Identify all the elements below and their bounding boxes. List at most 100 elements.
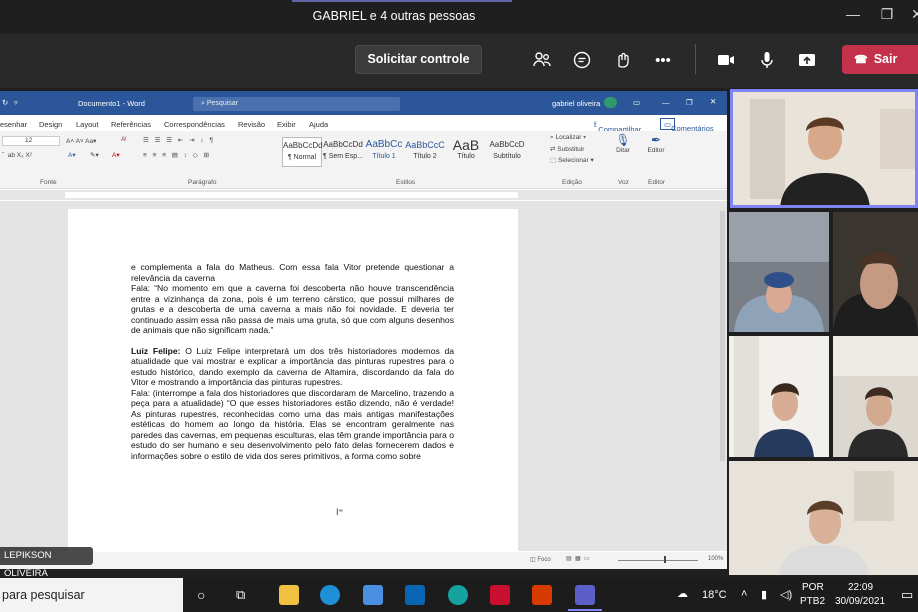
camera-icon[interactable] [715,50,737,72]
request-control-button[interactable]: Solicitar controle [355,45,482,74]
align-icon[interactable]: ≡ ≡ ≡ ▤ ↕ ◇ ⊞ [143,151,211,159]
font-size-select[interactable]: 12 [2,136,60,146]
vertical-scrollbar[interactable] [720,211,725,461]
shared-screen: ↻ ▿ Documento1 - Word ⌕ Pesquisar gabrie… [0,91,727,569]
editor-button[interactable]: ✒ Editor [645,133,667,154]
settings-app-icon[interactable] [363,585,383,605]
edge-icon[interactable] [320,585,340,605]
microphone-icon[interactable] [756,50,778,72]
font-color-icon[interactable]: A▾ [112,151,120,159]
word-status-bar: ◫ Foco ▤ ▦ ▭ 100% [0,552,727,569]
minimize-icon[interactable]: — [839,6,867,22]
dictate-button[interactable]: 🎙 Ditar [614,133,632,154]
view-buttons[interactable]: ▤ ▦ ▭ [566,555,590,562]
app-icon[interactable] [448,585,468,605]
battery-icon[interactable]: ▮ [761,588,767,601]
highlight-icon[interactable]: ✎▾ [90,151,99,159]
mail-icon[interactable] [405,585,425,605]
undo-icon[interactable]: ↻ [2,98,8,107]
share-document-button[interactable]: ⇪ Compartilhar [592,120,641,134]
tab-correspondencias[interactable]: Correspondências [164,120,225,129]
style-preview: AaBbCcDd [283,141,323,150]
participant-image [730,89,918,208]
participants-icon[interactable] [531,50,553,72]
zoom-slider[interactable] [618,560,698,561]
language-secondary[interactable]: PTB2 [800,596,825,607]
reactions-icon[interactable] [612,50,634,72]
select-label: Selecionar [557,157,589,164]
subscript-icon[interactable]: ˇ ab X₂ X² [2,152,32,159]
zoom-slider-thumb[interactable] [664,556,666,563]
paragraph-group-label: Parágrafo [188,179,217,186]
participant-video[interactable] [833,336,918,457]
weather-icon[interactable]: ☁ [677,587,688,600]
style-title[interactable]: AaB Título [446,137,486,167]
word-restore-icon[interactable]: ❐ [686,98,693,107]
notifications-icon[interactable]: ▭ [901,587,913,603]
comments-button[interactable]: ▭ Comentários [660,118,714,133]
select-item[interactable]: ⬚ Selecionar ▾ [550,156,594,164]
document-page[interactable]: e complementa a fala do Matheus. Com ess… [68,209,518,551]
participant-video[interactable] [833,212,918,332]
style-name: ¶ Normal [287,154,317,161]
text-effects-icon[interactable]: A▾ [68,151,76,159]
focus-label: Foco [537,557,551,563]
tab-revisao[interactable]: Revisão [238,120,265,129]
word-close-icon[interactable]: ✕ [710,97,716,106]
restore-icon[interactable]: ❐ [873,6,901,23]
participant-image [729,336,829,457]
styles-group-label: Estilos [396,179,416,186]
tab-design[interactable]: Design [39,120,62,129]
clear-format-icon[interactable]: A̸ [121,136,125,143]
participant-video[interactable] [729,336,829,457]
task-view-icon[interactable]: ⧉ [236,587,245,603]
teams-icon[interactable] [575,585,595,605]
office-icon[interactable] [532,585,552,605]
participant-image [729,212,829,332]
close-icon[interactable]: ✕ [903,6,918,23]
language-primary[interactable]: POR [802,582,824,593]
taskbar-search[interactable]: para pesquisar [0,578,183,612]
select-icon: ⬚ [550,157,557,164]
participant-video[interactable] [729,212,829,332]
word-search-box[interactable]: ⌕ Pesquisar [193,97,400,111]
clock-time[interactable]: 22:09 [848,582,873,593]
more-options-icon[interactable]: ••• [652,50,674,72]
replace-item[interactable]: ⇄ Substituir [550,145,584,153]
tab-ajuda[interactable]: Ajuda [309,120,328,129]
ribbon-options-icon[interactable]: ▭ [633,98,640,107]
style-heading-2[interactable]: AaBbCcC Título 2 [405,137,445,167]
volume-icon[interactable]: ◁) [780,588,792,601]
cortana-icon[interactable]: ○ [197,587,205,603]
tab-layout[interactable]: Layout [76,120,99,129]
document-canvas: e complementa a fala do Matheus. Com ess… [0,201,727,551]
find-item[interactable]: ⌕ Localizar ▾ [550,134,586,142]
style-no-spacing[interactable]: AaBbCcDd ¶ Sem Esp... [323,137,363,167]
participant-image [729,461,918,575]
style-subtitle[interactable]: AaBbCcD Subtítulo [487,137,527,167]
tab-exibir[interactable]: Exibir [277,120,296,129]
tab-desenhar[interactable]: esenhar [0,120,27,129]
document-text: e complementa a fala do Matheus. Com ess… [131,262,454,461]
grow-font-icon[interactable]: A˄ A˅ Aa▾ [66,137,96,145]
chat-icon[interactable] [571,50,593,72]
share-screen-icon[interactable] [796,50,818,72]
mcafee-icon[interactable] [490,585,510,605]
title-accent [292,0,512,2]
style-heading-1[interactable]: AaBbCc Título 1 [364,137,404,167]
file-explorer-icon[interactable] [279,585,299,605]
clock-date[interactable]: 30/09/2021 [835,596,885,607]
participant-video[interactable] [729,461,918,575]
word-minimize-icon[interactable]: — [662,98,670,107]
participant-video-active[interactable] [730,89,918,208]
focus-mode[interactable]: ◫ Foco [530,556,551,563]
quick-access-icon[interactable]: ▿ [14,98,18,107]
tab-referencias[interactable]: Referências [111,120,151,129]
bullets-icon[interactable]: ☰ ☰ ☰ ⇤ ⇥ ↕ ¶ [143,136,215,144]
style-name: Título 1 [372,153,396,160]
chevron-up-icon[interactable]: ˄ [741,588,747,600]
word-ribbon: 12 A˄ A˅ Aa▾ A̸ ˇ ab X₂ X² A▾ ✎▾ A▾ Font… [0,131,727,189]
paragraph: Fala: (interrompe a fala dos historiador… [131,387,454,461]
leave-button[interactable]: ☎ Sair [842,45,918,74]
style-normal[interactable]: AaBbCcDd ¶ Normal [282,137,323,167]
